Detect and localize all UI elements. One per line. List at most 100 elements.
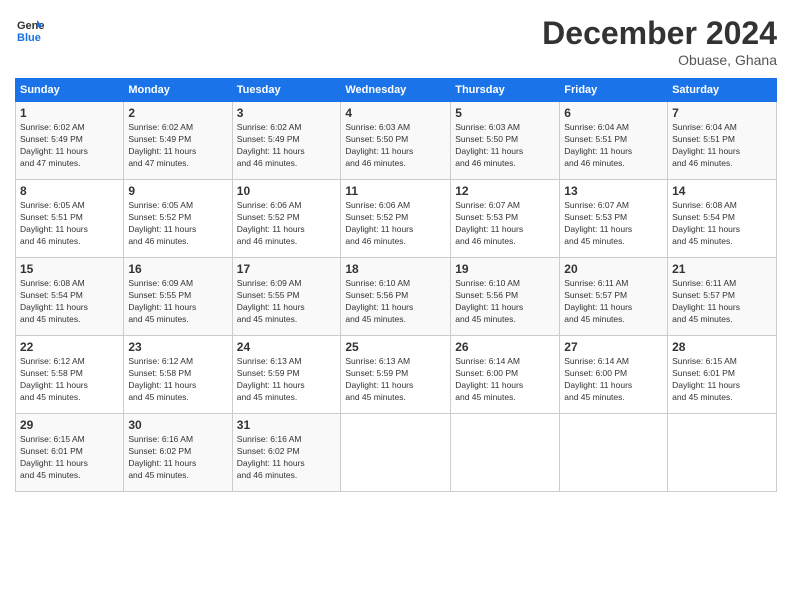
day-info: Sunrise: 6:06 AMSunset: 5:52 PMDaylight:…	[345, 200, 446, 248]
day-info: Sunrise: 6:09 AMSunset: 5:55 PMDaylight:…	[128, 278, 227, 326]
table-row: 29 Sunrise: 6:15 AMSunset: 6:01 PMDayligh…	[16, 414, 124, 492]
day-number: 30	[128, 418, 227, 432]
table-row: 13 Sunrise: 6:07 AMSunset: 5:53 PMDayligh…	[560, 180, 668, 258]
day-info: Sunrise: 6:10 AMSunset: 5:56 PMDaylight:…	[455, 278, 555, 326]
table-row: 5 Sunrise: 6:03 AMSunset: 5:50 PMDaylight…	[451, 102, 560, 180]
table-row: 22Sunrise: 6:12 AMSunset: 5:58 PMDayligh…	[16, 336, 124, 414]
day-info: Sunrise: 6:12 AMSunset: 5:58 PMDaylight:…	[128, 356, 227, 404]
header-tuesday: Tuesday	[232, 79, 341, 102]
table-row: 8 Sunrise: 6:05 AMSunset: 5:51 PMDaylight…	[16, 180, 124, 258]
day-info: Sunrise: 6:07 AMSunset: 5:53 PMDaylight:…	[455, 200, 555, 248]
calendar-week-2: 8 Sunrise: 6:05 AMSunset: 5:51 PMDaylight…	[16, 180, 777, 258]
table-row: 6Sunrise: 6:04 AMSunset: 5:51 PMDaylight…	[560, 102, 668, 180]
day-number: 12	[455, 184, 555, 198]
table-row: 30 Sunrise: 6:16 AMSunset: 6:02 PMDayligh…	[124, 414, 232, 492]
calendar-week-3: 15 Sunrise: 6:08 AMSunset: 5:54 PMDayligh…	[16, 258, 777, 336]
day-info: Sunrise: 6:02 AMSunset: 5:49 PMDaylight:…	[128, 122, 227, 170]
day-number: 9	[128, 184, 227, 198]
day-number: 26	[455, 340, 555, 354]
day-info: Sunrise: 6:07 AMSunset: 5:53 PMDaylight:…	[564, 200, 663, 248]
day-info: Sunrise: 6:05 AMSunset: 5:52 PMDaylight:…	[128, 200, 227, 248]
day-number: 13	[564, 184, 663, 198]
header-monday: Monday	[124, 79, 232, 102]
day-number: 3	[237, 106, 337, 120]
day-info: Sunrise: 6:16 AMSunset: 6:02 PMDaylight:…	[128, 434, 227, 482]
header-sunday: Sunday	[16, 79, 124, 102]
table-row: 16 Sunrise: 6:09 AMSunset: 5:55 PMDayligh…	[124, 258, 232, 336]
day-info: Sunrise: 6:11 AMSunset: 5:57 PMDaylight:…	[672, 278, 772, 326]
table-row: 3 Sunrise: 6:02 AMSunset: 5:49 PMDaylight…	[232, 102, 341, 180]
calendar-week-5: 29 Sunrise: 6:15 AMSunset: 6:01 PMDayligh…	[16, 414, 777, 492]
day-number: 15	[20, 262, 119, 276]
day-info: Sunrise: 6:10 AMSunset: 5:56 PMDaylight:…	[345, 278, 446, 326]
table-row: 14 Sunrise: 6:08 AMSunset: 5:54 PMDayligh…	[668, 180, 777, 258]
day-number: 25	[345, 340, 446, 354]
day-info: Sunrise: 6:03 AMSunset: 5:50 PMDaylight:…	[455, 122, 555, 170]
day-number: 10	[237, 184, 337, 198]
day-number: 8	[20, 184, 119, 198]
calendar-table: Sunday Monday Tuesday Wednesday Thursday…	[15, 78, 777, 492]
day-number: 6	[564, 106, 663, 120]
table-row: 31 Sunrise: 6:16 AMSunset: 6:02 PMDayligh…	[232, 414, 341, 492]
logo: General Blue	[15, 15, 45, 45]
day-number: 5	[455, 106, 555, 120]
header-friday: Friday	[560, 79, 668, 102]
day-info: Sunrise: 6:16 AMSunset: 6:02 PMDaylight:…	[237, 434, 337, 482]
header-saturday: Saturday	[668, 79, 777, 102]
day-info: Sunrise: 6:13 AMSunset: 5:59 PMDaylight:…	[237, 356, 337, 404]
day-info: Sunrise: 6:14 AMSunset: 6:00 PMDaylight:…	[455, 356, 555, 404]
day-info: Sunrise: 6:05 AMSunset: 5:51 PMDaylight:…	[20, 200, 119, 248]
day-number: 20	[564, 262, 663, 276]
day-info: Sunrise: 6:06 AMSunset: 5:52 PMDaylight:…	[237, 200, 337, 248]
table-row: 28 Sunrise: 6:15 AMSunset: 6:01 PMDayligh…	[668, 336, 777, 414]
table-row: 26 Sunrise: 6:14 AMSunset: 6:00 PMDayligh…	[451, 336, 560, 414]
table-row: 24 Sunrise: 6:13 AMSunset: 5:59 PMDayligh…	[232, 336, 341, 414]
day-number: 4	[345, 106, 446, 120]
table-row: 21 Sunrise: 6:11 AMSunset: 5:57 PMDayligh…	[668, 258, 777, 336]
table-row	[668, 414, 777, 492]
day-number: 24	[237, 340, 337, 354]
day-info: Sunrise: 6:12 AMSunset: 5:58 PMDaylight:…	[20, 356, 119, 404]
day-number: 1	[20, 106, 119, 120]
calendar-week-1: 1 Sunrise: 6:02 AMSunset: 5:49 PMDaylight…	[16, 102, 777, 180]
header: General Blue December 2024 Obuase, Ghana	[15, 15, 777, 68]
table-row: 1 Sunrise: 6:02 AMSunset: 5:49 PMDaylight…	[16, 102, 124, 180]
day-number: 23	[128, 340, 227, 354]
day-info: Sunrise: 6:03 AMSunset: 5:50 PMDaylight:…	[345, 122, 446, 170]
table-row: 27Sunrise: 6:14 AMSunset: 6:00 PMDayligh…	[560, 336, 668, 414]
day-info: Sunrise: 6:02 AMSunset: 5:49 PMDaylight:…	[237, 122, 337, 170]
day-number: 29	[20, 418, 119, 432]
day-number: 16	[128, 262, 227, 276]
header-thursday: Thursday	[451, 79, 560, 102]
table-row: 11Sunrise: 6:06 AMSunset: 5:52 PMDayligh…	[341, 180, 451, 258]
day-info: Sunrise: 6:08 AMSunset: 5:54 PMDaylight:…	[20, 278, 119, 326]
day-info: Sunrise: 6:11 AMSunset: 5:57 PMDaylight:…	[564, 278, 663, 326]
svg-text:Blue: Blue	[17, 32, 41, 44]
day-number: 18	[345, 262, 446, 276]
day-info: Sunrise: 6:02 AMSunset: 5:49 PMDaylight:…	[20, 122, 119, 170]
day-info: Sunrise: 6:08 AMSunset: 5:54 PMDaylight:…	[672, 200, 772, 248]
calendar-header-row: Sunday Monday Tuesday Wednesday Thursday…	[16, 79, 777, 102]
day-number: 28	[672, 340, 772, 354]
day-number: 31	[237, 418, 337, 432]
table-row: 25 Sunrise: 6:13 AMSunset: 5:59 PMDayligh…	[341, 336, 451, 414]
day-info: Sunrise: 6:15 AMSunset: 6:01 PMDaylight:…	[20, 434, 119, 482]
table-row: 2 Sunrise: 6:02 AMSunset: 5:49 PMDaylight…	[124, 102, 232, 180]
day-info: Sunrise: 6:09 AMSunset: 5:55 PMDaylight:…	[237, 278, 337, 326]
day-number: 17	[237, 262, 337, 276]
day-info: Sunrise: 6:04 AMSunset: 5:51 PMDaylight:…	[672, 122, 772, 170]
day-info: Sunrise: 6:14 AMSunset: 6:00 PMDaylight:…	[564, 356, 663, 404]
day-info: Sunrise: 6:15 AMSunset: 6:01 PMDaylight:…	[672, 356, 772, 404]
table-row: 4 Sunrise: 6:03 AMSunset: 5:50 PMDaylight…	[341, 102, 451, 180]
day-number: 14	[672, 184, 772, 198]
table-row: 9 Sunrise: 6:05 AMSunset: 5:52 PMDaylight…	[124, 180, 232, 258]
title-block: December 2024 Obuase, Ghana	[542, 15, 777, 68]
table-row	[451, 414, 560, 492]
day-number: 2	[128, 106, 227, 120]
table-row	[560, 414, 668, 492]
day-info: Sunrise: 6:13 AMSunset: 5:59 PMDaylight:…	[345, 356, 446, 404]
day-number: 21	[672, 262, 772, 276]
table-row: 23 Sunrise: 6:12 AMSunset: 5:58 PMDayligh…	[124, 336, 232, 414]
month-title: December 2024	[542, 15, 777, 52]
table-row: 12 Sunrise: 6:07 AMSunset: 5:53 PMDayligh…	[451, 180, 560, 258]
